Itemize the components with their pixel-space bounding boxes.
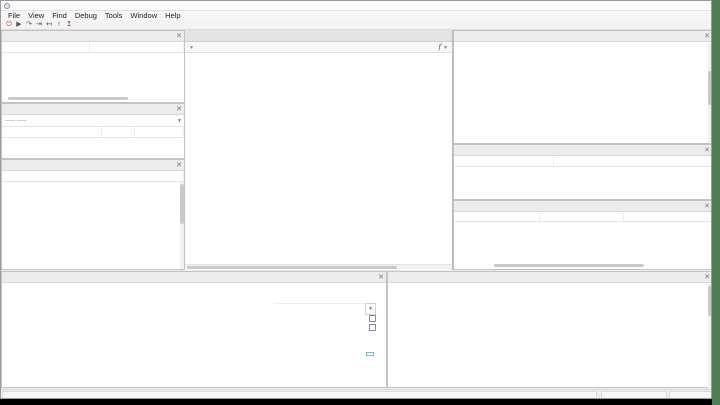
legend-title [274,295,376,304]
data-sampling-panel: ✕ ▼ [1,103,185,159]
disassembly-panel: ✕ [453,30,712,144]
tab-samples[interactable] [17,120,27,121]
close-icon[interactable]: ✕ [176,160,182,171]
power-icon[interactable]: ⏻ [4,20,14,29]
menu-item-view[interactable]: View [24,11,48,20]
col-value [135,127,184,137]
status-cursor-position [601,391,667,399]
disassembly-vscrollbar[interactable] [708,43,712,144]
menu-item-find[interactable]: Find [48,11,71,20]
terminal-panel: ✕ [387,271,712,388]
watched-hscrollbar[interactable] [8,97,128,100]
names-at-cursor-checkbox[interactable] [369,324,376,331]
chevron-down-icon: ▼ [368,306,373,312]
data-sampling-header: ✕ [2,104,184,115]
col-expression [2,42,90,52]
disassembly-header: ✕ [454,31,712,42]
col-type [102,127,135,137]
col-value [90,42,184,52]
menu-item-tools[interactable]: Tools [101,11,127,20]
functions-columns [2,171,184,182]
code-editor: ▼ f ▼ [185,30,453,270]
desktop: FileViewFindDebugToolsWindowHelp ⏻▶↷⇥↤↑↥… [0,0,720,405]
registers-header: ✕ [454,201,712,212]
sampling-freq-select[interactable]: ▼ [177,115,184,127]
step-over-icon[interactable]: ↷ [24,20,34,29]
close-icon[interactable]: ✕ [704,145,710,156]
frame-up-icon[interactable]: ↑ [54,20,64,29]
functions-header: ✕ [2,160,184,171]
menu-item-debug[interactable]: Debug [71,11,101,20]
call-stack-header: ✕ [454,145,712,156]
close-icon[interactable]: ✕ [176,31,182,42]
step-out-icon[interactable]: ↤ [44,20,54,29]
functions-vscrollbar[interactable] [180,182,184,270]
legend-freq-select[interactable]: ▼ [365,303,376,316]
function-select[interactable]: f ▼ [439,42,449,52]
timeline-x-axis [2,378,388,389]
functions-panel: ✕ [1,159,185,270]
desktop-background-strip [712,0,720,405]
col-function [454,156,554,166]
close-icon[interactable]: ✕ [704,31,710,42]
menubar: FileViewFindDebugToolsWindowHelp [1,11,711,20]
close-icon[interactable]: ✕ [704,201,710,212]
col-expression [2,127,102,137]
play-icon[interactable]: ▶ [14,20,24,29]
ozone-debugger-window: FileViewFindDebugToolsWindowHelp ⏻▶↷⇥↤↑↥… [0,0,712,399]
registers-hscrollbar[interactable] [494,264,644,267]
call-stack-panel: ✕ [453,144,712,200]
time-cursor-tooltip [366,352,374,356]
registers-panel: ✕ [453,200,712,270]
timeline-header: ✕ [2,272,386,283]
titlebar [1,1,711,11]
menu-item-file[interactable]: File [4,11,24,20]
col-description [624,212,712,221]
registers-columns [454,212,712,222]
col-name [454,212,540,221]
draw-points-checkbox[interactable] [369,315,376,322]
status-message [2,391,597,399]
chevron-down-icon: ▼ [177,118,182,124]
col-source [554,156,712,166]
col-value [540,212,624,221]
close-icon[interactable]: ✕ [378,272,384,283]
watched-data-header: ✕ [2,31,184,42]
app-icon [4,3,10,9]
sampling-columns [2,127,184,138]
close-icon[interactable]: ✕ [176,104,182,115]
step-into-icon[interactable]: ⇥ [34,20,44,29]
chevron-down-icon: ▼ [189,45,194,51]
menu-item-window[interactable]: Window [126,11,161,20]
col-name [2,171,184,181]
frame-down-icon[interactable]: ↥ [64,20,74,29]
code-area[interactable] [185,53,452,264]
menu-item-help[interactable]: Help [161,11,184,20]
watched-data-panel: ✕ [1,30,185,103]
call-stack-columns [454,156,712,167]
tab-setup[interactable] [5,120,15,121]
editor-scopebar: ▼ f ▼ [185,42,452,53]
editor-tabbar [185,30,452,42]
timeline-legend: ▼ [274,295,376,333]
timeline-panel: ✕ ▼ [1,271,387,388]
watched-columns [2,42,184,53]
file-scope-select[interactable]: ▼ [189,42,194,52]
function-icon: f [439,43,442,51]
terminal-vscrollbar[interactable] [708,284,712,388]
editor-hscrollbar[interactable] [185,264,452,269]
close-icon[interactable]: ✕ [704,272,710,283]
status-connection [669,391,712,399]
terminal-header: ✕ [388,272,712,283]
toolbar: ⏻▶↷⇥↤↑↥ [1,20,711,30]
chevron-down-icon: ▼ [443,45,448,51]
statusbar [1,389,712,399]
